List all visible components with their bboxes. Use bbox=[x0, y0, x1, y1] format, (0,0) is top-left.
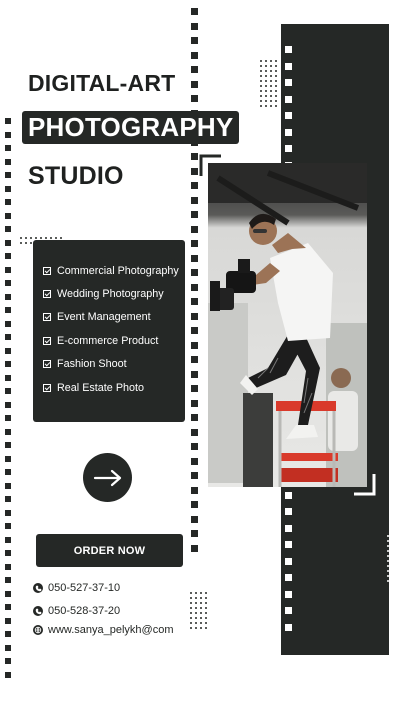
checkbox-icon bbox=[43, 360, 51, 369]
service-item: Wedding Photography bbox=[43, 282, 185, 305]
title-line-2: PHOTOGRAPHY bbox=[22, 111, 240, 144]
service-item: E-commerce Product bbox=[43, 329, 185, 352]
phone-number-2: 050-528-37-20 bbox=[48, 605, 121, 617]
center-film-strip bbox=[191, 8, 198, 552]
service-label: Commercial Photography bbox=[57, 264, 179, 277]
services-panel: Commercial Photography Wedding Photograp… bbox=[33, 240, 185, 422]
contact-phone-2[interactable]: 050-528-37-20 bbox=[33, 605, 120, 617]
contact-phone-1[interactable]: 050-527-37-10 bbox=[33, 582, 120, 594]
title-line-3: STUDIO bbox=[28, 162, 124, 190]
dot-pattern-bottom bbox=[190, 592, 207, 629]
photographer-photo bbox=[208, 163, 367, 487]
website-link: www.sanya_pelykh@com bbox=[48, 624, 174, 636]
service-label: E-commerce Product bbox=[57, 334, 159, 347]
phone-icon bbox=[33, 583, 43, 593]
next-arrow-button[interactable] bbox=[83, 453, 132, 502]
checkbox-icon bbox=[43, 290, 51, 299]
phone-number-1: 050-527-37-10 bbox=[48, 582, 121, 594]
order-now-button[interactable]: ORDER NOW bbox=[36, 534, 183, 567]
phone-icon bbox=[33, 606, 43, 616]
service-item: Event Management bbox=[43, 306, 185, 329]
service-label: Event Management bbox=[57, 311, 151, 324]
arrow-right-icon bbox=[93, 469, 121, 486]
contact-website[interactable]: www.sanya_pelykh@com bbox=[33, 624, 174, 636]
checkbox-icon bbox=[43, 313, 51, 322]
checkbox-icon bbox=[43, 266, 51, 275]
left-film-strip bbox=[5, 118, 11, 678]
checkbox-icon bbox=[43, 383, 51, 392]
service-label: Real Estate Photo bbox=[57, 381, 145, 394]
dot-pattern-top bbox=[260, 60, 277, 107]
service-item: Commercial Photography bbox=[43, 259, 185, 282]
dot-pattern-right-panel bbox=[387, 535, 403, 582]
service-item: Fashion Shoot bbox=[43, 353, 185, 376]
services-list: Commercial Photography Wedding Photograp… bbox=[43, 259, 185, 399]
checkbox-icon bbox=[43, 336, 51, 345]
title-line-1: DIGITAL-ART bbox=[28, 70, 176, 96]
globe-icon bbox=[33, 625, 43, 635]
service-label: Wedding Photography bbox=[57, 288, 164, 301]
service-item: Real Estate Photo bbox=[43, 376, 185, 399]
service-label: Fashion Shoot bbox=[57, 358, 127, 371]
